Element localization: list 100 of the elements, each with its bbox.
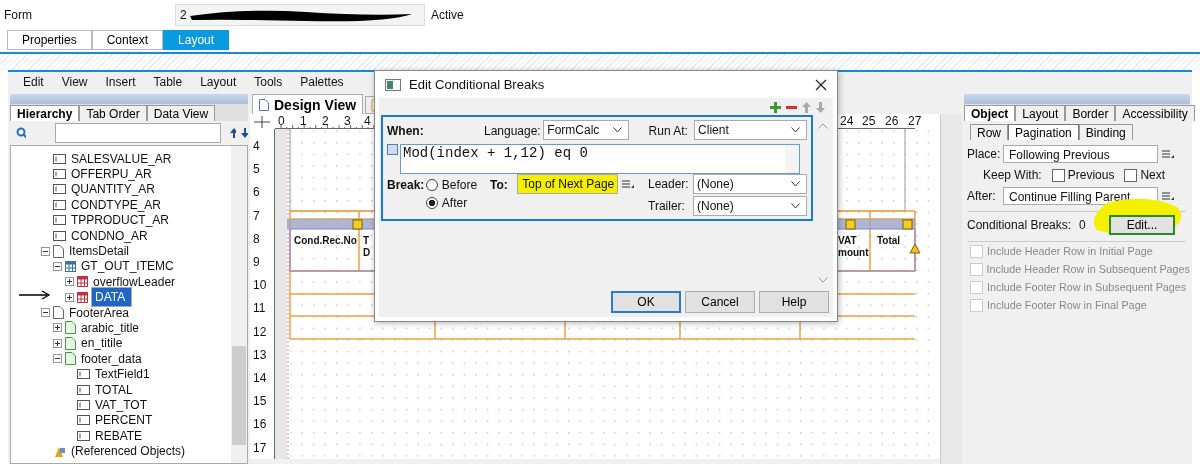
ruler-number: 13 bbox=[253, 347, 267, 362]
to-field[interactable]: Top of Next Page bbox=[517, 174, 619, 194]
dialog-title: Edit Conditional Breaks bbox=[409, 77, 545, 92]
field-label: Trailer: bbox=[648, 199, 686, 213]
ruler-number: 25 bbox=[862, 114, 876, 128]
tab[interactable]: Context bbox=[91, 30, 164, 50]
tree-item[interactable]: TPPRODUCT_AR bbox=[69, 213, 171, 228]
after-dropdown[interactable]: Continue Filling Parent bbox=[1003, 187, 1158, 205]
tree-item[interactable]: TOTAL bbox=[93, 382, 135, 397]
ruler-number: 8 bbox=[253, 231, 260, 246]
column-heading: Cond.Rec.No bbox=[294, 235, 357, 246]
radio-label: Before bbox=[441, 178, 478, 192]
tab[interactable]: Tab Order bbox=[79, 105, 147, 121]
checkbox-label: Next bbox=[1140, 168, 1166, 182]
ruler-number: 4 bbox=[253, 139, 260, 153]
menu-item[interactable]: Tools bbox=[254, 75, 283, 89]
ruler-number: 4 bbox=[364, 114, 371, 128]
tab[interactable]: Hierarchy bbox=[10, 105, 80, 121]
tab[interactable]: Accessibility bbox=[1115, 105, 1195, 121]
ruler-number: 11 bbox=[253, 301, 266, 316]
column-heading: T D bbox=[363, 235, 371, 258]
tab[interactable]: Pagination bbox=[1008, 124, 1079, 140]
form-field[interactable]: 2 bbox=[175, 4, 425, 26]
field-label: Place: bbox=[967, 147, 999, 161]
ruler-number: 9 bbox=[253, 255, 260, 269]
ruler-number: 16 bbox=[253, 417, 267, 432]
ruler-number: 14 bbox=[253, 371, 267, 385]
tree-item[interactable]: REBATE bbox=[93, 428, 145, 443]
tree-item[interactable]: VAT_TOT bbox=[93, 397, 149, 412]
column-heading: Total bbox=[877, 235, 901, 246]
tree-item[interactable]: OFFERPU_AR bbox=[69, 167, 154, 182]
trailer-dropdown[interactable]: (None) bbox=[693, 196, 807, 216]
tree-item[interactable]: FooterArea bbox=[67, 305, 132, 320]
field-label: Run At: bbox=[648, 124, 689, 138]
tab[interactable]: Properties bbox=[7, 30, 92, 50]
checkbox-label: Include Footer Row in Subsequent Pages bbox=[987, 281, 1187, 293]
ruler-number: 24 bbox=[840, 114, 854, 128]
tree-item[interactable]: TextField1 bbox=[93, 367, 152, 382]
menu-item[interactable]: Table bbox=[153, 75, 183, 89]
field-label: When: bbox=[387, 124, 425, 138]
field-label: To: bbox=[490, 178, 509, 192]
dialog-button[interactable]: Help bbox=[759, 291, 829, 313]
field-label: After: bbox=[967, 189, 997, 203]
place-dropdown[interactable]: Following Previous bbox=[1003, 145, 1158, 163]
tree-item[interactable]: arabic_title bbox=[79, 321, 142, 335]
ruler-number: 6 bbox=[253, 185, 260, 200]
ruler-number: 10 bbox=[253, 278, 267, 293]
ruler-number: 5 bbox=[253, 162, 260, 177]
edit-button[interactable]: Edit... bbox=[1109, 215, 1175, 235]
tab[interactable]: Object bbox=[964, 105, 1016, 121]
status-label: Active bbox=[431, 8, 464, 22]
ruler-number: 1 bbox=[300, 114, 307, 128]
checkbox-label: Previous bbox=[1067, 168, 1115, 182]
tab[interactable]: Border bbox=[1065, 105, 1116, 121]
tree-item[interactable]: en_titile bbox=[79, 336, 125, 351]
menu-item[interactable]: View bbox=[61, 75, 88, 89]
ruler-number: 7 bbox=[253, 208, 260, 223]
ruler-number: 2 bbox=[322, 114, 329, 128]
tree-item[interactable]: CONDTYPE_AR bbox=[69, 197, 164, 212]
tab[interactable]: Data View bbox=[146, 105, 216, 121]
tab[interactable]: Row bbox=[970, 124, 1008, 140]
tree-item[interactable]: GT_OUT_ITEMC bbox=[79, 259, 176, 274]
checkbox-label: Include Header Row in Subsequent Pages bbox=[986, 263, 1190, 275]
tab[interactable]: Layout bbox=[1015, 105, 1066, 121]
menu-item[interactable]: Edit bbox=[23, 75, 44, 89]
field-label: Conditional Breaks: bbox=[967, 218, 1072, 232]
ruler-number: 27 bbox=[908, 114, 922, 128]
dialog-button[interactable]: Cancel bbox=[685, 291, 755, 313]
tree-item[interactable]: ItemsDetail bbox=[67, 244, 132, 259]
menu-item[interactable]: Insert bbox=[105, 75, 136, 89]
tree-item[interactable]: SALESVALUE_AR bbox=[69, 151, 174, 166]
ruler-number: 0 bbox=[278, 114, 285, 128]
tree-item[interactable]: overflowLeader bbox=[91, 274, 178, 289]
field-label: Leader: bbox=[648, 177, 690, 191]
run-at-dropdown[interactable]: Client bbox=[694, 120, 807, 140]
count-value: 0 bbox=[1079, 218, 1086, 232]
tree-item[interactable]: PERCENT bbox=[93, 413, 155, 428]
script-editor[interactable]: Mod(index + 1,12) eq 0 bbox=[400, 144, 800, 174]
dialog-button[interactable]: OK bbox=[611, 291, 681, 313]
tree-item[interactable]: footer_data bbox=[79, 351, 144, 366]
tab[interactable]: Binding bbox=[1078, 124, 1133, 140]
ruler-number: 3 bbox=[344, 114, 351, 128]
checkbox-label: Include Header Row in Initial Page bbox=[987, 245, 1153, 257]
field-label: Language: bbox=[483, 124, 542, 138]
radio-label: After bbox=[441, 196, 468, 210]
tree-item[interactable]: QUANTITY_AR bbox=[69, 182, 157, 197]
tree-item[interactable]: DATA bbox=[91, 287, 133, 308]
language-dropdown[interactable]: FormCalc bbox=[543, 120, 629, 140]
tree-item[interactable]: CONDNO_AR bbox=[69, 228, 150, 243]
ruler-number: 26 bbox=[885, 114, 899, 128]
ruler-number: 15 bbox=[253, 394, 267, 409]
form-label: Form bbox=[4, 8, 33, 22]
ruler-number: 17 bbox=[253, 440, 267, 455]
checkbox-label: Include Footer Row in Final Page bbox=[987, 299, 1147, 311]
tree-item[interactable]: (Referenced Objects) bbox=[69, 444, 188, 459]
menu-item[interactable]: Palettes bbox=[300, 75, 344, 89]
field-label: Keep With: bbox=[983, 168, 1042, 182]
tab[interactable]: Design View bbox=[252, 94, 364, 114]
leader-dropdown[interactable]: (None) bbox=[693, 174, 807, 194]
menu-item[interactable]: Layout bbox=[200, 75, 237, 89]
